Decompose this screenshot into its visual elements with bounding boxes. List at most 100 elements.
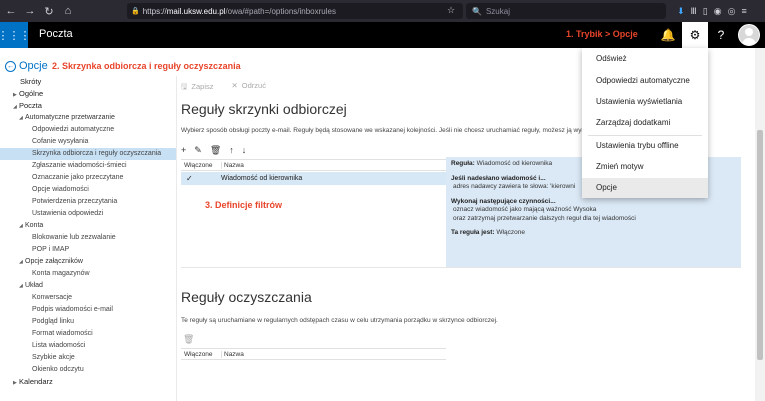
col-enabled[interactable]: Włączone <box>181 162 221 169</box>
menu-item-auto-replies[interactable]: Odpowiedzi automatyczne <box>582 71 708 91</box>
nav-item-storage-accounts[interactable]: Konta magazynów <box>0 268 176 280</box>
inbox-rules-title: Reguły skrzynki odbiorczej <box>181 101 347 117</box>
rule-tools: + ✎ 🗑 ↑ ↓ <box>181 145 246 156</box>
browser-search-input[interactable]: 🔍 Szukaj <box>466 3 666 19</box>
close-icon: ✕ <box>231 81 238 90</box>
nav-item-attachment-options[interactable]: ◢ Opcje załączników <box>0 256 176 268</box>
move-down-icon[interactable]: ↓ <box>242 145 247 156</box>
nav-divider <box>176 76 177 401</box>
reload-icon[interactable]: ↻ <box>41 3 57 19</box>
nav-item-konta[interactable]: ◢ Konta <box>0 220 176 232</box>
menu-icon[interactable]: ≡ <box>741 6 746 16</box>
col-name[interactable]: Nazwa <box>221 350 244 358</box>
app-launcher-icon[interactable]: ⋮⋮⋮ <box>0 22 31 48</box>
nav-item-skroty[interactable]: Skróty <box>0 76 176 88</box>
col-name[interactable]: Nazwa <box>221 161 244 169</box>
sweep-rules-title: Reguły oczyszczania <box>181 289 312 305</box>
move-up-icon[interactable]: ↑ <box>229 145 234 156</box>
bookmark-star-icon[interactable]: ☆ <box>447 5 455 16</box>
library-icon[interactable]: Ⅲ <box>691 6 697 17</box>
help-icon[interactable]: ? <box>708 22 734 48</box>
action-1: oznacz wiadomość jako mającą ważność Wys… <box>453 206 597 213</box>
sidebar-icon[interactable]: ▯ <box>703 6 708 17</box>
nav-item-poczta[interactable]: ◢ Poczta <box>0 100 176 112</box>
nav-item-odpowiedzi-automatyczne[interactable]: Odpowiedzi automatyczne <box>0 124 176 136</box>
edit-icon[interactable]: ✎ <box>194 145 202 156</box>
annotation-step-2: 2. Skrzynka odbiorcza i reguły oczyszcza… <box>52 61 241 71</box>
gear-icon[interactable]: ⚙ <box>682 22 708 48</box>
options-nav: Skróty ▶ Ogólne ◢ Poczta ◢ Automatyczne prz… <box>0 76 176 388</box>
nav-item-uklad[interactable]: ◢ Układ <box>0 280 176 292</box>
rule-name: Wiadomość od kierownika <box>221 175 303 182</box>
options-toolbar: 🖫 Zapisz ✕ Odrzuć <box>181 81 266 94</box>
search-placeholder: Szukaj <box>485 6 510 16</box>
menu-item-refresh[interactable]: Odśwież <box>582 49 708 69</box>
annotation-step-1: 1. Trybik > Opcje <box>566 29 638 39</box>
extension-icon[interactable]: ◉ <box>714 6 722 17</box>
nav-item-email-signature[interactable]: Podpis wiadomości e-mail <box>0 304 176 316</box>
download-icon[interactable]: ⬇ <box>677 6 685 17</box>
section-divider <box>181 267 741 268</box>
save-icon: 🖫 <box>181 82 188 91</box>
nav-item-cofanie-wysylania[interactable]: Cofanie wysyłania <box>0 136 176 148</box>
menu-item-offline-settings[interactable]: Ustawienia trybu offline <box>582 136 708 156</box>
bell-icon[interactable]: 🔔 <box>655 22 681 48</box>
nav-item-mark-as-read[interactable]: Oznaczanie jako przeczytane <box>0 172 176 184</box>
action-2: oraz zatrzymaj przetwarzanie dalszych re… <box>453 214 636 222</box>
browser-tool-icons: ⬇ Ⅲ ▯ ◉ ◎ ≡ <box>677 3 747 19</box>
save-button[interactable]: 🖫 Zapisz <box>181 81 213 94</box>
nav-item-link-preview[interactable]: Podgląd linku <box>0 316 176 328</box>
url-path: /owa/#path=/options/inboxrules <box>225 6 336 16</box>
nav-item-kalendarz[interactable]: ▶ Kalendarz <box>0 376 176 388</box>
back-arrow-icon[interactable]: ← <box>3 3 19 19</box>
nav-item-inbox-rules[interactable]: Skrzynka odbiorcza i reguły oczyszczania <box>0 148 176 160</box>
discard-button[interactable]: ✕ Odrzuć <box>231 81 265 94</box>
nav-item-automatyczne-przetwarzanie[interactable]: ◢ Automatyczne przetwarzanie <box>0 112 176 124</box>
url-domain: mail.uksw.edu.pl <box>166 6 226 16</box>
menu-item-options[interactable]: Opcje <box>582 178 708 198</box>
menu-item-manage-addins[interactable]: Zarządzaj dodatkami <box>582 113 708 133</box>
delete-icon[interactable]: 🗑 <box>183 334 194 345</box>
url-prefix: https:// <box>142 6 167 16</box>
forward-arrow-icon[interactable]: → <box>22 3 38 19</box>
options-back-button[interactable]: ← Opcje <box>5 60 48 72</box>
scrollbar-thumb[interactable] <box>757 130 763 360</box>
sweep-rules-description: Te reguły są uruchamiane w regularnych o… <box>181 317 498 324</box>
nav-item-read-receipts[interactable]: Potwierdzenia przeczytania <box>0 196 176 208</box>
app-title: Poczta <box>39 28 73 40</box>
app-header: ⋮⋮⋮ Poczta 1. Trybik > Opcje 🔔 ⚙ ? <box>0 22 765 48</box>
table-row[interactable]: ✓ Wiadomość od kierownika <box>181 172 446 185</box>
menu-item-display-settings[interactable]: Ustawienia wyświetlania <box>582 92 708 112</box>
nav-item-pop-imap[interactable]: POP i IMAP <box>0 244 176 256</box>
nav-item-reply-settings[interactable]: Ustawienia odpowiedzi <box>0 208 176 220</box>
checkmark-icon[interactable]: ✓ <box>181 174 221 183</box>
nav-item-quick-actions[interactable]: Szybkie akcje <box>0 352 176 364</box>
account-icon[interactable]: ◎ <box>728 6 736 17</box>
nav-item-ogolne[interactable]: ▶ Ogólne <box>0 88 176 100</box>
avatar[interactable] <box>738 24 760 46</box>
nav-item-conversations[interactable]: Konwersacje <box>0 292 176 304</box>
nav-item-message-format[interactable]: Format wiadomości <box>0 328 176 340</box>
back-arrow-icon: ← <box>5 60 16 72</box>
nav-item-block-or-allow[interactable]: Blokowanie lub zezwalanie <box>0 232 176 244</box>
settings-menu: Odśwież Odpowiedzi automatyczne Ustawien… <box>582 48 708 198</box>
options-back-label: Opcje <box>19 60 48 72</box>
lock-icon: 🔒 <box>131 8 140 15</box>
delete-icon[interactable]: 🗑 <box>210 145 221 156</box>
inbox-rules-header: Włączone Nazwa <box>181 159 446 171</box>
action-title: Wykonaj następujące czynności... <box>451 197 556 205</box>
nav-item-junk-reporting[interactable]: Zgłaszanie wiadomości-śmieci <box>0 160 176 172</box>
url-bar[interactable]: 🔒 https://mail.uksw.edu.pl/owa/#path=/op… <box>127 3 463 19</box>
page-scrollbar[interactable] <box>755 48 765 401</box>
col-enabled[interactable]: Włączone <box>181 351 221 358</box>
nav-item-message-list[interactable]: Lista wiadomości <box>0 340 176 352</box>
inbox-rules-description: Wybierz sposób obsługi poczty e-mail. Re… <box>181 127 600 134</box>
nav-item-message-options[interactable]: Opcje wiadomości <box>0 184 176 196</box>
sweep-rules-header: Włączone Nazwa <box>181 348 446 360</box>
search-icon: 🔍 <box>472 6 482 16</box>
annotation-step-3: 3. Definicje filtrów <box>205 200 283 210</box>
menu-item-change-theme[interactable]: Zmień motyw <box>582 157 708 177</box>
add-icon[interactable]: + <box>181 145 186 156</box>
nav-item-reading-pane[interactable]: Okienko odczytu <box>0 364 176 376</box>
home-icon[interactable]: ⌂ <box>60 3 76 19</box>
